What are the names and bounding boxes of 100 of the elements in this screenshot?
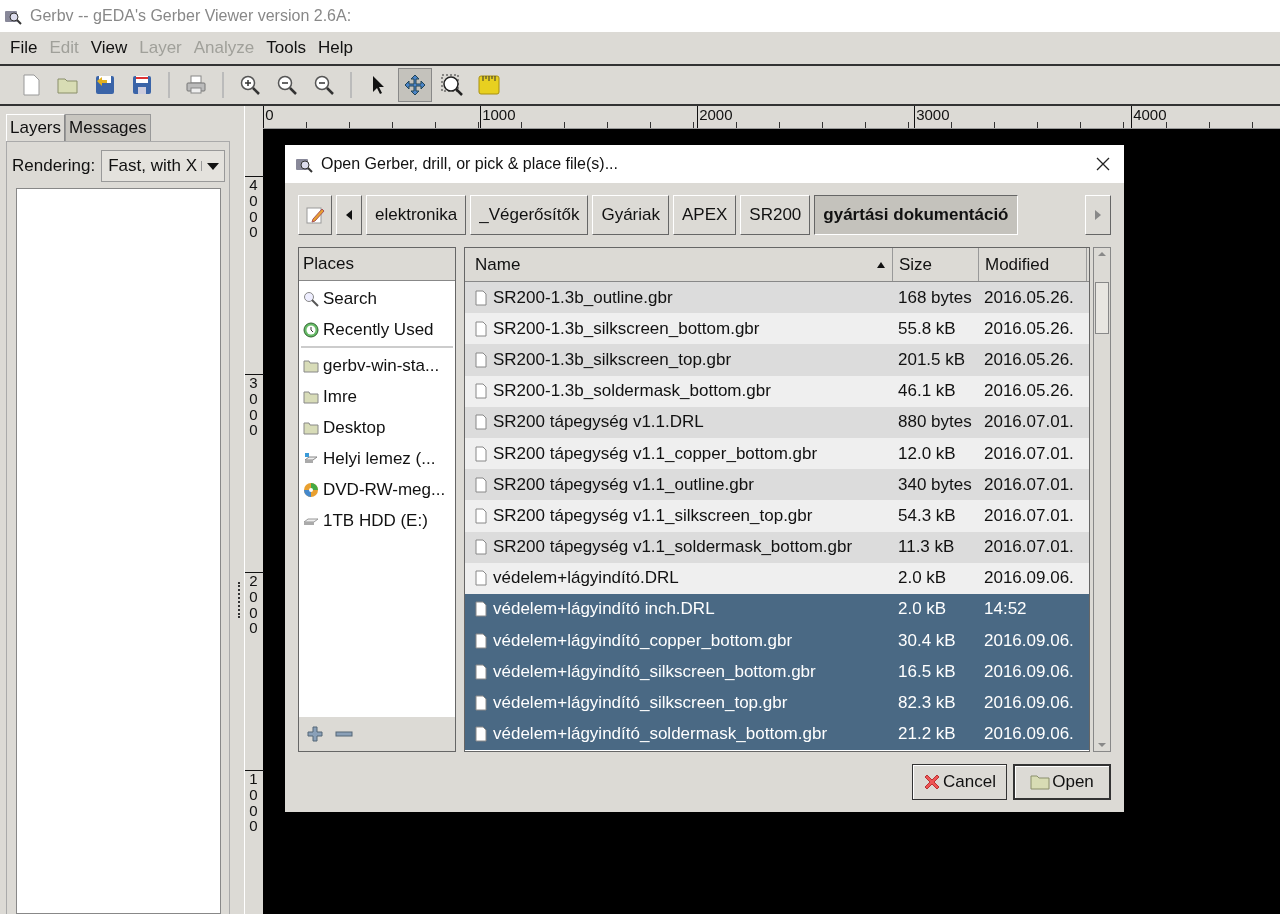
file-row[interactable]: SR200-1.3b_silkscreen_bottom.gbr 55.8 kB 2016.05.26.: [465, 313, 1089, 345]
file-name: SR200 tápegység v1.1_outline.gbr: [493, 474, 754, 495]
file-modified: 2016.07.01.: [983, 537, 1075, 558]
file-row[interactable]: SR200 tápegység v1.1_silkscreen_top.gbr 54.3 kB 2016.07.01.: [465, 500, 1089, 532]
file-row[interactable]: SR200-1.3b_outline.gbr 168 bytes 2016.05.26.: [465, 282, 1089, 314]
file-row[interactable]: védelem+lágyindító_soldermask_bottom.gbr 21.2 kB 2016.09.06.: [465, 718, 1089, 750]
place-item[interactable]: Search: [299, 283, 455, 314]
scroll-right-button[interactable]: [1085, 195, 1111, 235]
file-row[interactable]: védelem+lágyindító_silkscreen_bottom.gbr 16.5 kB 2016.09.06.: [465, 656, 1089, 688]
file-icon: [475, 445, 487, 462]
file-row[interactable]: SR200 tápegység v1.1_copper_bottom.gbr 12.0 kB 2016.07.01.: [465, 437, 1089, 470]
file-name: SR200-1.3b_soldermask_bottom.gbr: [493, 381, 771, 402]
file-row[interactable]: SR200-1.3b_soldermask_bottom.gbr 46.1 kB 2016.05.26.: [465, 375, 1089, 407]
cancel-button[interactable]: Cancel: [912, 764, 1007, 800]
place-item[interactable]: Desktop: [299, 412, 455, 443]
ruler-label: 2000: [697, 106, 915, 128]
file-icon: [475, 507, 487, 524]
file-modified: 2016.09.06.: [983, 661, 1075, 682]
file-size: 21.2 kB: [897, 724, 957, 745]
file-modified: 2016.07.01.: [983, 505, 1075, 526]
file-size: 54.3 kB: [897, 505, 957, 526]
file-size: 340 bytes: [897, 474, 973, 495]
column-header[interactable]: Modified: [979, 248, 1087, 281]
file-size: 82.3 kB: [897, 693, 957, 714]
path-button[interactable]: APEX: [673, 195, 737, 235]
file-modified: 2016.09.06.: [983, 568, 1075, 589]
file-icon: [475, 289, 487, 306]
file-name: védelem+lágyindító.DRL: [493, 568, 679, 589]
file-name: SR200-1.3b_outline.gbr: [493, 287, 673, 308]
ruler-label: 1000: [480, 106, 698, 128]
path-button[interactable]: _Végerősítők: [470, 195, 589, 235]
file-name: SR200 tápegység v1.1.DRL: [493, 412, 704, 433]
file-row[interactable]: védelem+lágyindító.DRL 2.0 kB 2016.09.06.: [465, 562, 1089, 594]
file-size: 2.0 kB: [897, 568, 948, 589]
file-icon: [475, 570, 487, 587]
file-size: 55.8 kB: [897, 318, 957, 339]
panel-tab[interactable]: Layers: [6, 114, 66, 141]
pan-button[interactable]: [398, 68, 432, 102]
printer-icon: [184, 73, 208, 97]
file-modified: 2016.07.01.: [983, 412, 1075, 433]
up-arrow-icon[interactable]: [1097, 250, 1107, 258]
file-modified: 2016.05.26.: [983, 381, 1075, 402]
pane-handle[interactable]: [238, 582, 241, 618]
file-name: védelem+lágyindító_soldermask_bottom.gbr: [493, 724, 828, 745]
path-button[interactable]: elektronika: [366, 195, 467, 235]
file-row[interactable]: védelem+lágyindító_silkscreen_top.gbr 82.3 kB 2016.09.06.: [465, 687, 1089, 719]
path-button[interactable]: gyártási dokumentáció: [814, 195, 1018, 235]
path-button[interactable]: Gyáriak: [592, 195, 669, 235]
place-item[interactable]: DVD-RW-meg...: [299, 474, 455, 505]
file-modified: 2016.07.01.: [983, 474, 1075, 495]
file-icon: [475, 351, 487, 368]
add-icon[interactable]: [307, 726, 323, 742]
file-name: védelem+lágyindító_silkscreen_top.gbr: [493, 693, 788, 714]
file-name: SR200 tápegység v1.1_silkscreen_top.gbr: [493, 505, 813, 526]
menu-item[interactable]: View: [84, 38, 134, 58]
panel-tab[interactable]: Messages: [65, 114, 151, 141]
file-modified: 2016.05.26.: [983, 287, 1075, 308]
folder-icon: [303, 388, 319, 405]
column-header[interactable]: Size: [893, 248, 979, 281]
ruler-label: 3000: [914, 106, 1132, 128]
column-header[interactable]: Name: [465, 248, 893, 281]
place-item[interactable]: Recently Used: [299, 314, 455, 345]
folder-icon: [303, 357, 319, 374]
scrollbar[interactable]: [1093, 247, 1111, 752]
file-icon: [475, 726, 487, 743]
file-size: 30.4 kB: [897, 630, 957, 651]
file-icon: [475, 663, 487, 680]
recent-icon: [303, 321, 319, 338]
file-row[interactable]: SR200 tápegység v1.1.DRL 880 bytes 2016.07.01.: [465, 406, 1089, 438]
file-name: védelem+lágyindító_copper_bottom.gbr: [493, 630, 793, 651]
edit-location-button[interactable]: [298, 195, 332, 235]
open-button[interactable]: Open: [1013, 764, 1111, 800]
file-row[interactable]: SR200 tápegység v1.1_outline.gbr 340 bytes 2016.07.01.: [465, 469, 1089, 501]
remove-icon[interactable]: [335, 731, 353, 737]
file-modified: 2016.09.06.: [983, 630, 1075, 651]
zoom-in-icon: [238, 73, 262, 97]
file-row[interactable]: SR200 tápegység v1.1_soldermask_bottom.gbr 11.3 kB 2016.07.01.: [465, 531, 1089, 563]
close-icon[interactable]: [1096, 157, 1110, 171]
file-name: védelem+lágyindító_silkscreen_bottom.gbr: [493, 661, 816, 682]
file-modified: 2016.05.26.: [983, 318, 1075, 339]
file-icon: [475, 476, 487, 493]
menu-item[interactable]: Help: [311, 38, 359, 58]
save-icon: [130, 73, 154, 97]
rendering-dropdown[interactable]: Fast, with X: [101, 150, 226, 182]
file-row[interactable]: SR200-1.3b_silkscreen_top.gbr 201.5 kB 2016.05.26.: [465, 344, 1089, 376]
place-item[interactable]: Imre: [299, 381, 455, 412]
move-arrows-icon: [403, 73, 427, 97]
menu-item[interactable]: File: [4, 38, 44, 58]
menu-item[interactable]: Tools: [260, 38, 312, 58]
scrollbar-thumb[interactable]: [1095, 282, 1109, 334]
file-icon: [475, 414, 487, 431]
down-arrow-icon[interactable]: [1097, 741, 1107, 749]
scroll-left-button[interactable]: [336, 195, 362, 235]
place-item[interactable]: gerbv-win-sta...: [299, 350, 455, 381]
file-row[interactable]: védelem+lágyindító_copper_bottom.gbr 30.4 kB 2016.09.06.: [465, 625, 1089, 657]
file-row[interactable]: védelem+lágyindító inch.DRL 2.0 kB 14:52: [465, 593, 1089, 626]
path-button[interactable]: SR200: [740, 195, 811, 235]
place-item[interactable]: 1TB HDD (E:): [299, 505, 455, 536]
place-item[interactable]: Helyi lemez (...: [299, 443, 455, 474]
ruler-label: 4000: [1131, 106, 1280, 128]
